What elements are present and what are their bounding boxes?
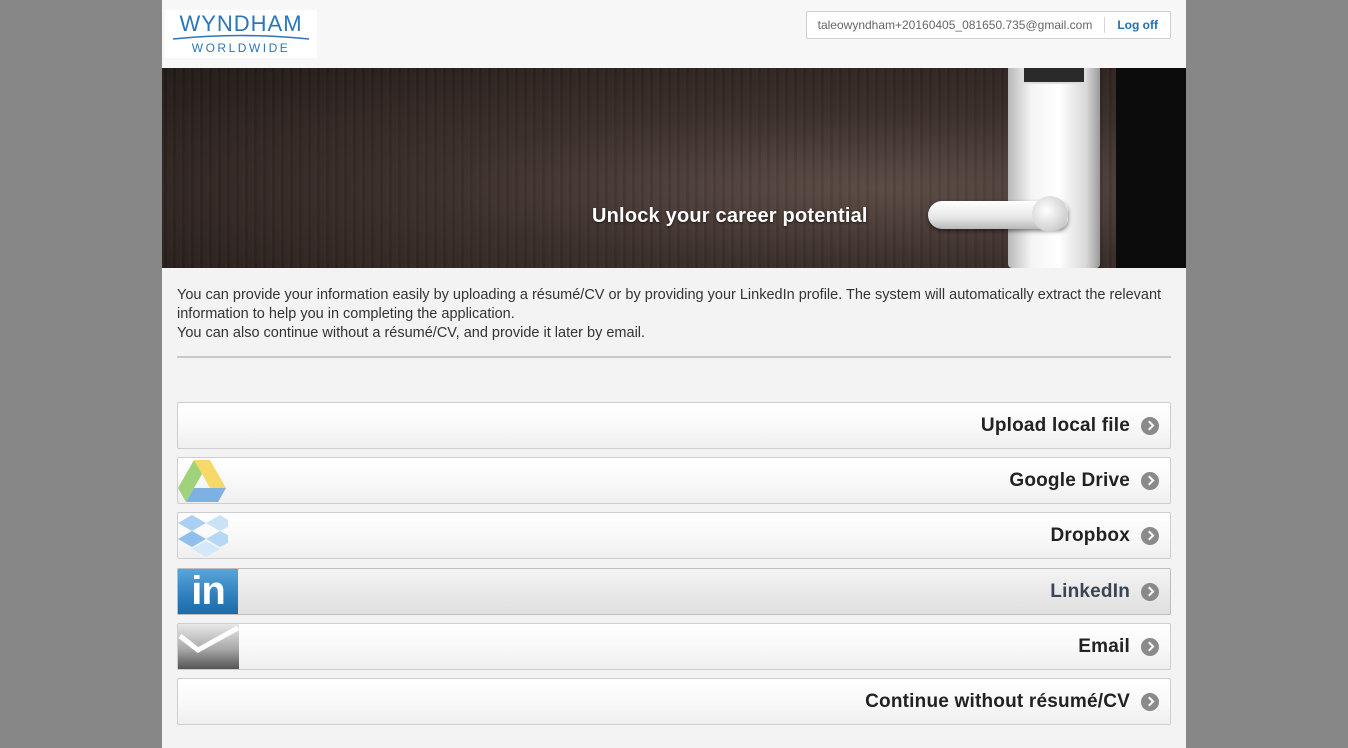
divider — [177, 356, 1171, 358]
google-drive-button[interactable]: Google Drive — [177, 457, 1171, 504]
linkedin-button[interactable]: in LinkedIn — [177, 568, 1171, 615]
logoff-link[interactable]: Log off — [1105, 18, 1170, 32]
hero-banner: Unlock your career potential — [162, 68, 1186, 268]
dropbox-icon — [178, 515, 228, 557]
chevron-right-icon — [1141, 417, 1159, 435]
logo-wordmark: WYNDHAM — [179, 11, 303, 36]
door-knob — [1032, 196, 1068, 232]
option-label: Dropbox — [1050, 525, 1130, 546]
intro-line-1: You can provide your information easily … — [177, 287, 1162, 322]
intro-text: You can provide your information easily … — [177, 286, 1177, 343]
banner-headline: Unlock your career potential — [592, 205, 868, 227]
email-icon — [178, 624, 240, 669]
chevron-right-icon — [1141, 527, 1159, 545]
option-label: LinkedIn — [1050, 581, 1130, 602]
chevron-right-icon — [1141, 472, 1159, 490]
option-label: Email — [1078, 636, 1130, 657]
page-container: WYNDHAM WORLDWIDE taleowyndham+20160405_… — [162, 0, 1186, 748]
user-account-box: taleowyndham+20160405_081650.735@gmail.c… — [805, 11, 1171, 39]
google-drive-icon — [178, 460, 226, 502]
intro-line-2: You can also continue without a résumé/C… — [177, 325, 646, 341]
banner-door-edge — [1116, 68, 1186, 268]
envelope-icon — [178, 625, 240, 653]
linkedin-icon: in — [178, 569, 238, 614]
upload-local-file-button[interactable]: Upload local file — [177, 402, 1171, 449]
option-label: Google Drive — [1009, 470, 1130, 491]
continue-without-resume-button[interactable]: Continue without résumé/CV — [177, 678, 1171, 725]
chevron-right-icon — [1141, 693, 1159, 711]
dropbox-button[interactable]: Dropbox — [177, 512, 1171, 559]
option-label: Continue without résumé/CV — [865, 691, 1130, 712]
header: WYNDHAM WORLDWIDE taleowyndham+20160405_… — [162, 0, 1186, 68]
email-button[interactable]: Email — [177, 623, 1171, 670]
chevron-right-icon — [1141, 583, 1159, 601]
chevron-right-icon — [1141, 638, 1159, 656]
wyndham-logo: WYNDHAM WORLDWIDE — [165, 10, 317, 58]
door-lock-plate — [1008, 68, 1100, 268]
option-label: Upload local file — [980, 415, 1130, 436]
logo-swoosh-icon — [172, 34, 310, 40]
user-email: taleowyndham+20160405_081650.735@gmail.c… — [807, 17, 1106, 33]
logo-subtitle: WORLDWIDE — [191, 41, 291, 55]
door-card-slot — [1022, 68, 1086, 84]
